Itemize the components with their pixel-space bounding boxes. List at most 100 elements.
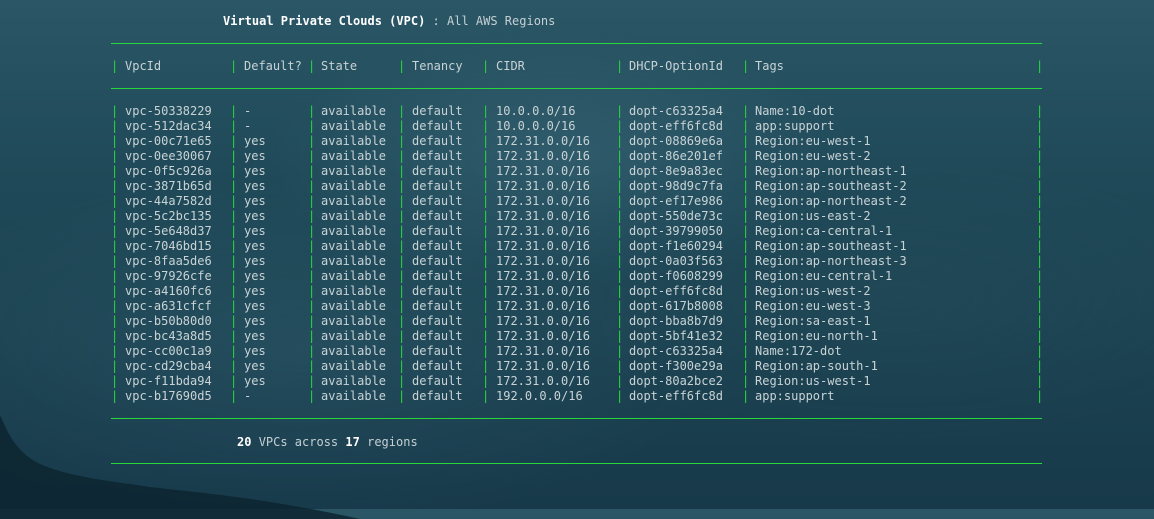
column-separator: |	[398, 329, 406, 343]
column-header-vpcid: VpcId	[125, 59, 162, 73]
cell-vpcid: vpc-7046bd15	[125, 239, 212, 253]
column-separator: |	[1036, 374, 1044, 388]
cell-tenancy: default	[412, 194, 463, 208]
table-row: | | | | | | | | vpc-a4160fc6 yes available default 1…	[111, 284, 1043, 299]
column-separator: |	[616, 194, 624, 208]
cell-dhcp-option-id: dopt-08869e6a	[629, 134, 723, 148]
cell-default: yes	[244, 134, 266, 148]
region-count: 17	[345, 435, 360, 449]
column-separator: |	[111, 224, 119, 238]
cell-vpcid: vpc-cc00c1a9	[125, 344, 212, 358]
column-separator: |	[616, 149, 624, 163]
footer-text-middle: VPCs across	[258, 435, 339, 449]
column-separator: |	[230, 134, 238, 148]
column-separator: |	[398, 314, 406, 328]
cell-tenancy: default	[412, 284, 463, 298]
cell-tags: Region:eu-central-1	[755, 269, 893, 283]
column-separator: |	[308, 299, 316, 313]
column-separator: |	[616, 284, 624, 298]
cell-default: yes	[244, 224, 266, 238]
page-header: Virtual Private Clouds (VPC) : All AWS R…	[223, 13, 555, 29]
column-separator: |	[111, 164, 119, 178]
column-separator: |	[742, 314, 750, 328]
cell-tenancy: default	[412, 269, 463, 283]
cell-tenancy: default	[412, 359, 463, 373]
cell-state: available	[321, 359, 387, 373]
cell-dhcp-option-id: dopt-5bf41e32	[629, 329, 723, 343]
column-separator: |	[230, 179, 238, 193]
column-separator: |	[482, 164, 490, 178]
column-separator: |	[398, 239, 406, 253]
column-separator: |	[616, 179, 624, 193]
column-separator: |	[742, 329, 750, 343]
column-separator: |	[1036, 164, 1044, 178]
column-separator: |	[482, 59, 490, 73]
table-row: | | | | | | | | vpc-bc43a8d5 yes available default 1…	[111, 329, 1043, 344]
column-separator: |	[742, 284, 750, 298]
column-separator: |	[1036, 194, 1044, 208]
column-separator: |	[482, 254, 490, 268]
column-separator: |	[230, 269, 238, 283]
cell-dhcp-option-id: dopt-98d9c7fa	[629, 179, 723, 193]
column-separator: |	[230, 314, 238, 328]
cell-default: yes	[244, 269, 266, 283]
column-separator: |	[482, 359, 490, 373]
column-separator: |	[308, 269, 316, 283]
column-separator: |	[230, 194, 238, 208]
column-separator: |	[111, 254, 119, 268]
column-separator: |	[742, 359, 750, 373]
column-separator: |	[742, 149, 750, 163]
column-separator: |	[742, 389, 750, 403]
cell-state: available	[321, 164, 387, 178]
cell-cidr: 172.31.0.0/16	[496, 224, 590, 238]
column-separator: |	[742, 104, 750, 118]
column-separator: |	[742, 344, 750, 358]
cell-tenancy: default	[412, 344, 463, 358]
column-separator: |	[1036, 359, 1044, 373]
column-separator: |	[111, 194, 119, 208]
column-separator: |	[111, 209, 119, 223]
column-separator: |	[482, 194, 490, 208]
cell-dhcp-option-id: dopt-c63325a4	[629, 104, 723, 118]
cell-cidr: 172.31.0.0/16	[496, 284, 590, 298]
cell-default: yes	[244, 344, 266, 358]
table-row: | | | | | | | | vpc-0f5c926a yes available default 1…	[111, 164, 1043, 179]
table-row: | | | | | | | | vpc-512dac34 - available default 10.…	[111, 119, 1043, 134]
column-separator: |	[398, 284, 406, 298]
footer-border	[111, 463, 1042, 464]
column-separator: |	[398, 209, 406, 223]
cell-tenancy: default	[412, 209, 463, 223]
column-separator: |	[482, 239, 490, 253]
column-separator: |	[111, 134, 119, 148]
table-row: | | | | | | | | vpc-f11bda94 yes available default 1…	[111, 374, 1043, 389]
column-header-tags: Tags	[755, 59, 784, 73]
cell-cidr: 10.0.0.0/16	[496, 104, 576, 118]
cell-dhcp-option-id: dopt-eff6fc8d	[629, 284, 723, 298]
column-separator: |	[230, 344, 238, 358]
column-header-cidr: CIDR	[496, 59, 525, 73]
table-row: | | | | | | | | vpc-50338229 - available default 10.…	[111, 104, 1043, 119]
column-separator: |	[308, 239, 316, 253]
column-separator: |	[742, 119, 750, 133]
cell-default: yes	[244, 149, 266, 163]
column-separator: |	[1036, 329, 1044, 343]
column-separator: |	[742, 239, 750, 253]
table-row: | | | | | | | | vpc-a631cfcf yes available default 1…	[111, 299, 1043, 314]
column-separator: |	[398, 194, 406, 208]
cell-tags: Region:ap-south-1	[755, 359, 878, 373]
cell-state: available	[321, 239, 387, 253]
cell-tenancy: default	[412, 119, 463, 133]
cell-dhcp-option-id: dopt-39799050	[629, 224, 723, 238]
table-row: | | | | | | | | vpc-5e648d37 yes available default 1…	[111, 224, 1043, 239]
table-row: | | | | | | | | vpc-3871b65d yes available default 1…	[111, 179, 1043, 194]
column-separator: |	[1036, 179, 1044, 193]
column-separator: |	[742, 134, 750, 148]
cell-tags: Region:ca-central-1	[755, 224, 893, 238]
cell-cidr: 172.31.0.0/16	[496, 134, 590, 148]
table-header-row: | | | | | | | | VpcId Default? State Tenancy CIDR DHC…	[111, 59, 1043, 74]
page-title: Virtual Private Clouds (VPC)	[223, 14, 426, 28]
vpc-count: 20	[237, 435, 252, 449]
column-separator: |	[1036, 104, 1044, 118]
column-separator: |	[308, 359, 316, 373]
column-separator: |	[111, 299, 119, 313]
